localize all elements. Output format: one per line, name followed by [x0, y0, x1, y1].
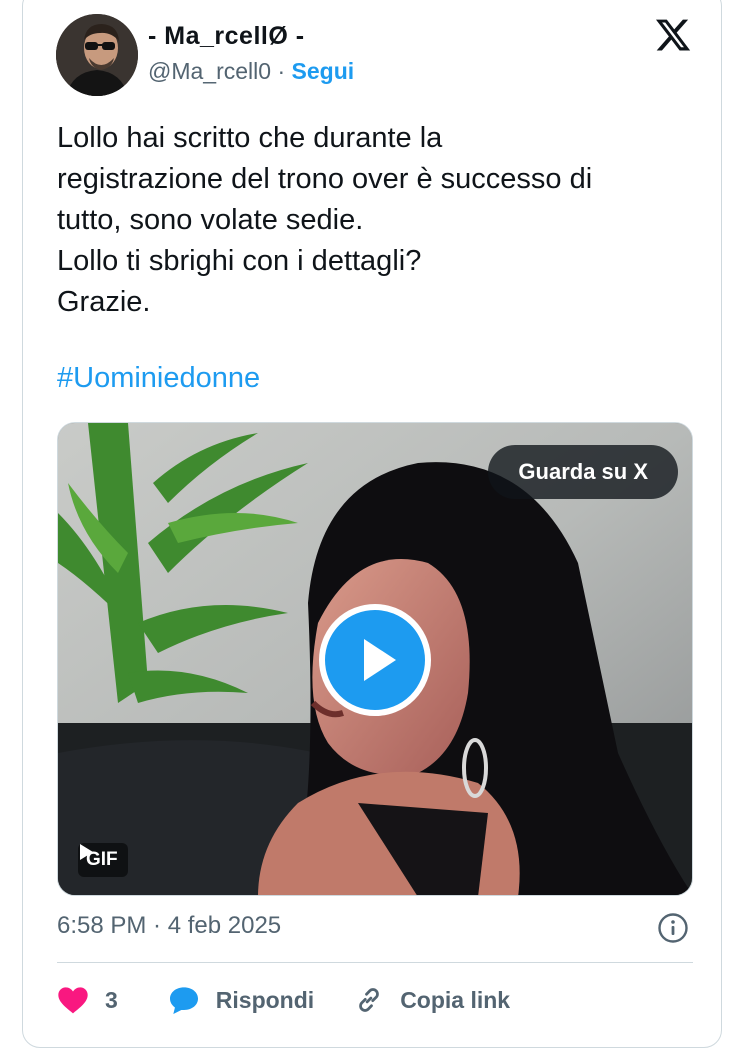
copy-link-label: Copia link — [400, 986, 511, 1013]
tweet-date: 4 feb 2025 — [167, 912, 282, 939]
tweet-text: Lollo hai scritto che durante la registr… — [57, 122, 593, 318]
divider — [57, 962, 693, 963]
reply-button[interactable]: Rispondi — [168, 985, 314, 1015]
author-display-name[interactable]: - Ma_rcellØ - — [148, 22, 305, 51]
info-icon[interactable] — [657, 912, 689, 944]
copy-link-button[interactable]: Copia link — [354, 985, 510, 1015]
author-handle[interactable]: @Ma_rcell0 — [148, 58, 271, 84]
like-button[interactable]: 3 — [57, 985, 118, 1015]
reply-label: Rispondi — [215, 986, 315, 1013]
handle-separator: · — [271, 58, 292, 84]
watch-on-x-button[interactable]: Guarda su X — [488, 445, 678, 499]
tweet-timestamp[interactable]: 6:58 PM · 4 feb 2025 — [57, 912, 281, 940]
action-bar: 3 Rispondi Copia link — [57, 980, 510, 1020]
heart-icon — [58, 987, 88, 1014]
play-icon — [364, 639, 396, 681]
play-button[interactable] — [319, 604, 431, 716]
reply-bubble-icon — [169, 987, 198, 1014]
tweet-time: 6:58 PM — [57, 912, 147, 939]
play-small-icon — [80, 844, 93, 860]
hashtag-link[interactable]: #Uominiedonne — [57, 362, 260, 395]
follow-button[interactable]: Segui — [292, 58, 355, 84]
author-handle-row: @Ma_rcell0 · Segui — [148, 58, 354, 85]
link-icon — [359, 988, 379, 1012]
like-count: 3 — [105, 986, 118, 1013]
gif-badge[interactable]: GIF — [78, 843, 128, 877]
timestamp-separator: · — [146, 912, 168, 939]
gif-media[interactable]: Guarda su X GIF — [57, 422, 693, 896]
x-logo-icon[interactable] — [654, 16, 692, 54]
avatar[interactable] — [56, 14, 138, 96]
